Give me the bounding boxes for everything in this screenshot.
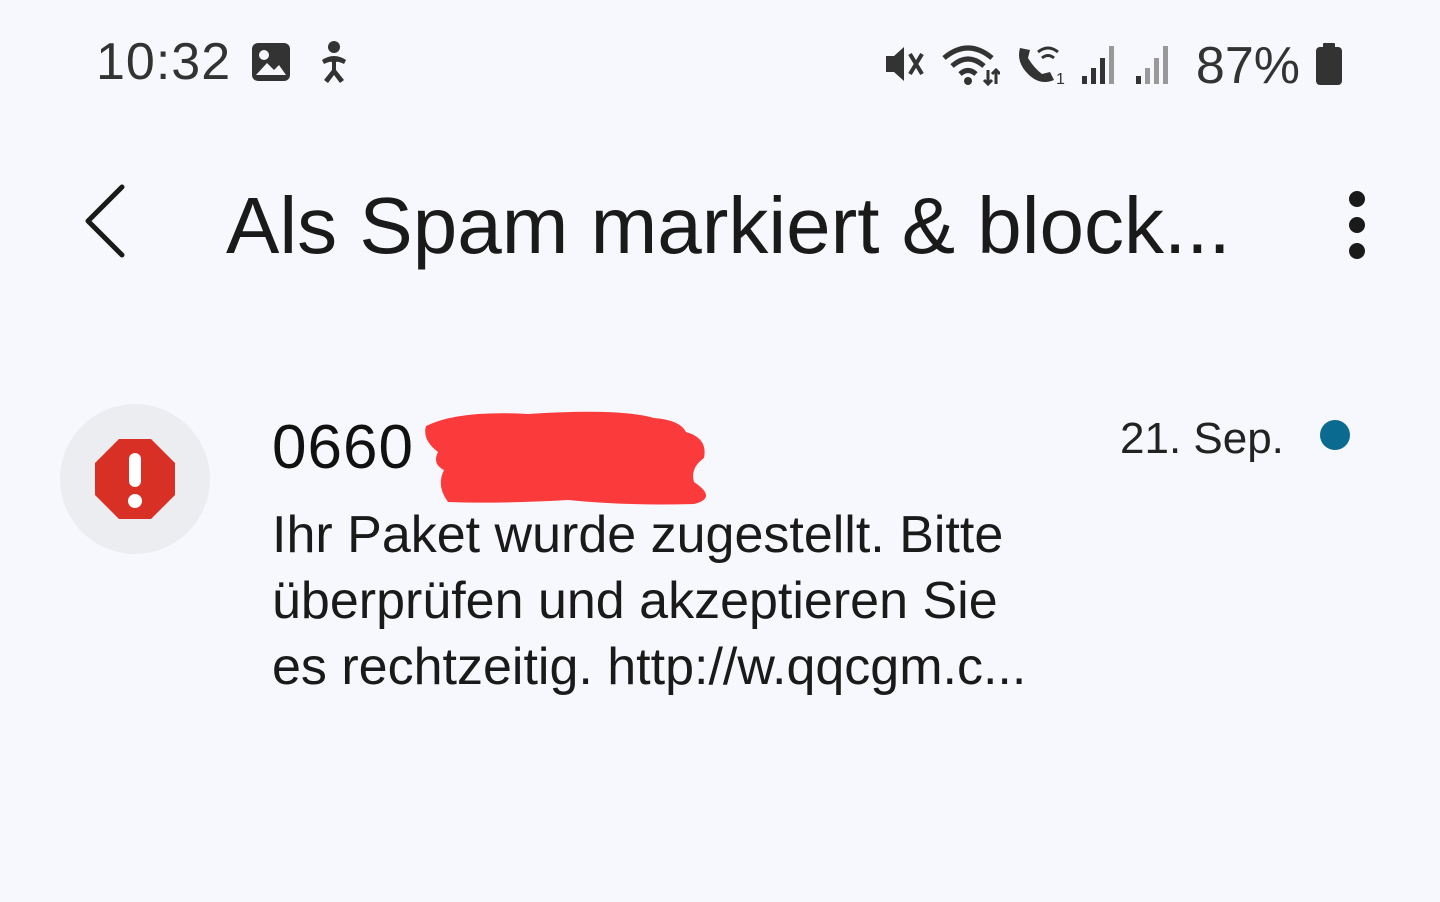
gallery-icon — [250, 41, 292, 88]
more-options-icon-dot — [1349, 243, 1365, 259]
back-arrow-icon — [85, 184, 125, 258]
wifi-call-icon: 1 — [1014, 42, 1066, 91]
wifi-icon — [940, 42, 1001, 91]
message-preview-line: Ihr Paket wurde zugestellt. Bitte — [272, 506, 1004, 564]
mute-vibrate-icon — [882, 42, 926, 91]
battery-percentage: 87% — [1195, 37, 1300, 95]
status-left-icons — [250, 40, 354, 89]
redaction-mark — [425, 411, 706, 505]
more-options-icon-dot — [1349, 217, 1365, 233]
message-date: 21. Sep. — [1120, 414, 1284, 463]
message-preview-line: es rechtzeitig. http://w.qqcgm.c... — [272, 638, 1027, 696]
page-title: Als Spam markiert & block... — [226, 181, 1231, 270]
svg-text:1: 1 — [1056, 71, 1065, 86]
spam-warning-icon — [95, 439, 175, 519]
status-time: 10:32 — [96, 33, 232, 91]
signal-2-icon — [1134, 42, 1174, 91]
status-bar: 10:32 1 87% — [0, 0, 1440, 120]
accessibility-icon — [314, 40, 354, 89]
more-options-button[interactable] — [1322, 180, 1392, 270]
more-options-icon-dot — [1349, 191, 1365, 207]
status-right-icons: 1 87% — [882, 36, 1344, 96]
unread-indicator — [1320, 420, 1350, 450]
sender-number: 0660 — [272, 413, 414, 482]
message-preview-line: überprüfen und akzeptieren Sie — [272, 572, 998, 630]
app-bar: Als Spam markiert & block... — [0, 150, 1440, 290]
message-preview: Ihr Paket wurde zugestellt. Bitte überpr… — [272, 502, 1092, 700]
battery-icon — [1314, 42, 1344, 91]
signal-1-icon — [1080, 42, 1120, 91]
back-button[interactable] — [68, 178, 138, 264]
avatar — [60, 404, 210, 554]
conversation-item[interactable]: 0660 21. Sep. Ihr Paket wurde zugestellt… — [0, 390, 1440, 720]
